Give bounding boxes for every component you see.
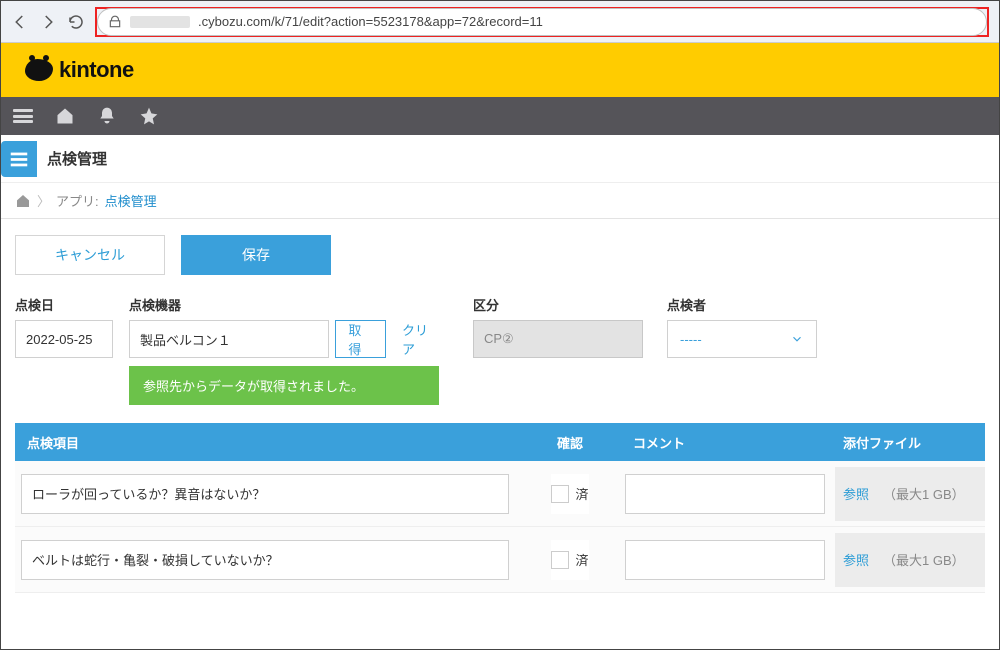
- th-item: 点検項目: [15, 433, 515, 452]
- attachment-browse-link[interactable]: 参照: [843, 550, 869, 569]
- cancel-button[interactable]: キャンセル: [15, 235, 165, 275]
- chevron-right-icon: 〉: [37, 191, 50, 210]
- confirm-label: 済: [575, 484, 588, 503]
- kintone-logo: kintone: [25, 57, 134, 83]
- label-inspector: 点検者: [667, 295, 817, 314]
- bell-icon[interactable]: [97, 106, 117, 126]
- label-device: 点検機器: [129, 295, 449, 314]
- form-area: 点検日 2022-05-25 点検機器 製品ベルコン１ 取得 クリア 参照先から…: [1, 281, 999, 423]
- url-text: .cybozu.com/k/71/edit?action=5523178&app…: [198, 14, 543, 29]
- table-header: 点検項目 確認 コメント 添付ファイル: [15, 423, 985, 461]
- th-comment: コメント: [625, 433, 835, 452]
- forward-button[interactable]: [39, 13, 57, 31]
- form-actions: キャンセル 保存: [1, 219, 999, 281]
- save-button[interactable]: 保存: [181, 235, 331, 275]
- th-confirm: 確認: [515, 433, 625, 452]
- inspection-table: 点検項目 確認 コメント 添付ファイル ローラが回っているか？異音はないか？ 済…: [1, 423, 999, 607]
- breadcrumb-app-link[interactable]: 点検管理: [105, 191, 157, 210]
- category-field: CP②: [473, 320, 643, 358]
- confirm-checkbox[interactable]: [551, 485, 569, 503]
- page-title: 点検管理: [47, 148, 107, 169]
- date-field[interactable]: 2022-05-25: [15, 320, 113, 358]
- inspector-dropdown[interactable]: -----: [667, 320, 817, 358]
- breadcrumb-home-icon[interactable]: [15, 193, 31, 209]
- url-hidden-host: [130, 16, 190, 28]
- confirm-label: 済: [575, 550, 588, 569]
- page-header: 点検管理: [1, 135, 999, 183]
- star-icon[interactable]: [139, 106, 159, 126]
- attachment-browse-link[interactable]: 参照: [843, 484, 869, 503]
- comment-field[interactable]: [625, 474, 825, 514]
- logo-icon: [25, 59, 53, 81]
- chevron-down-icon: [790, 332, 804, 346]
- browser-toolbar: .cybozu.com/k/71/edit?action=5523178&app…: [1, 1, 999, 43]
- inspector-value: -----: [680, 332, 702, 347]
- device-field[interactable]: 製品ベルコン１: [129, 320, 329, 358]
- table-row: ローラが回っているか？異音はないか？ 済 参照 （最大1 GB）: [15, 461, 985, 527]
- lookup-clear-link[interactable]: クリア: [392, 320, 449, 358]
- breadcrumb-app-label: アプリ:: [56, 191, 99, 210]
- app-icon: [1, 141, 37, 177]
- lock-icon: [108, 15, 122, 29]
- menu-icon[interactable]: [13, 109, 33, 123]
- app-toolbar: [1, 97, 999, 135]
- reload-button[interactable]: [67, 13, 85, 31]
- brand-bar: kintone: [1, 43, 999, 97]
- back-button[interactable]: [11, 13, 29, 31]
- item-field[interactable]: ローラが回っているか？異音はないか？: [21, 474, 509, 514]
- confirm-checkbox-wrap: 済: [551, 540, 588, 580]
- confirm-checkbox-wrap: 済: [551, 474, 588, 514]
- breadcrumb: 〉 アプリ: 点検管理: [1, 183, 999, 219]
- th-attachment: 添付ファイル: [835, 433, 985, 452]
- confirm-checkbox[interactable]: [551, 551, 569, 569]
- brand-name: kintone: [59, 57, 134, 83]
- attachment-size-hint: （最大1 GB）: [883, 484, 965, 503]
- attachment-size-hint: （最大1 GB）: [883, 550, 965, 569]
- label-date: 点検日: [15, 295, 113, 314]
- lookup-success-banner: 参照先からデータが取得されました。: [129, 366, 439, 405]
- label-category: 区分: [473, 295, 643, 314]
- lookup-get-button[interactable]: 取得: [335, 320, 386, 358]
- table-row: ベルトは蛇行・亀裂・破損していないか？ 済 参照 （最大1 GB）: [15, 527, 985, 593]
- item-field[interactable]: ベルトは蛇行・亀裂・破損していないか？: [21, 540, 509, 580]
- comment-field[interactable]: [625, 540, 825, 580]
- address-bar[interactable]: .cybozu.com/k/71/edit?action=5523178&app…: [97, 8, 987, 36]
- home-icon[interactable]: [55, 106, 75, 126]
